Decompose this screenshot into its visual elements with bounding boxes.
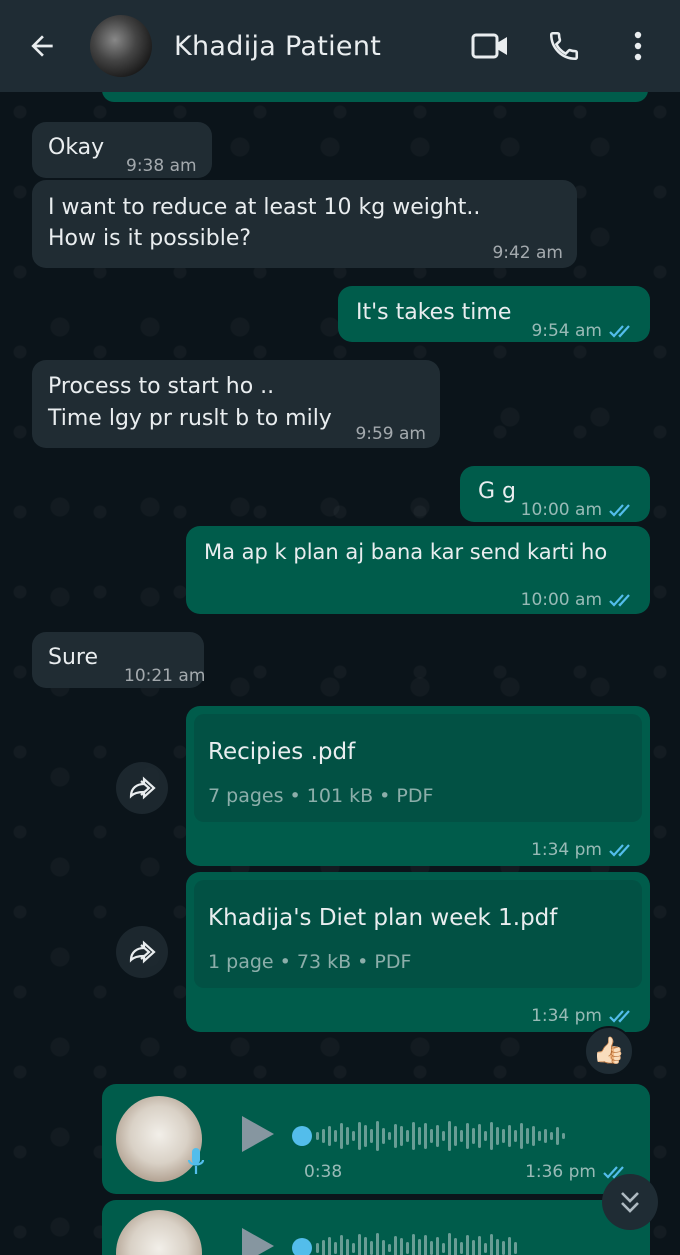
- message-bubble-outgoing[interactable]: G g 10:00 am: [460, 466, 650, 522]
- more-options-icon[interactable]: [616, 24, 660, 68]
- read-ticks-icon: [608, 592, 636, 608]
- message-time: 1:34 pm: [531, 834, 636, 866]
- message-time: 9:59 am: [355, 424, 426, 444]
- message-bubble-incoming[interactable]: Okay 9:38 am: [32, 122, 212, 178]
- chat-area[interactable]: Okay 9:38 am I want to reduce at least 1…: [0, 92, 680, 1255]
- forward-icon[interactable]: [116, 926, 168, 978]
- document-meta: 1 page • 73 kB • PDF: [208, 951, 412, 973]
- microphone-icon: [186, 1146, 206, 1188]
- message-text: Okay: [48, 135, 105, 160]
- message-text: Ma ap k plan aj bana kar send karti ho: [204, 540, 608, 564]
- message-time: 9:38 am: [126, 156, 197, 176]
- document-card[interactable]: Khadija's Diet plan week 1.pdf 1 page • …: [194, 880, 642, 988]
- scroll-to-bottom-button[interactable]: [602, 1174, 658, 1230]
- message-time: 9:42 am: [492, 243, 563, 263]
- back-arrow-icon[interactable]: [20, 24, 64, 68]
- message-bubble-outgoing[interactable]: Ma ap k plan aj bana kar send karti ho 1…: [186, 526, 650, 614]
- message-text-line1: I want to reduce at least 10 kg weight..: [48, 195, 481, 220]
- read-ticks-icon: [608, 323, 636, 339]
- play-icon[interactable]: [238, 1114, 276, 1164]
- audio-waveform[interactable]: [316, 1230, 517, 1255]
- message-bubble-incoming[interactable]: Process to start ho .. Time lgy pr ruslt…: [32, 360, 440, 448]
- message-bubble-incoming[interactable]: I want to reduce at least 10 kg weight..…: [32, 180, 577, 268]
- sender-avatar: [116, 1210, 202, 1255]
- document-meta: 7 pages • 101 kB • PDF: [208, 785, 434, 807]
- audio-waveform[interactable]: [316, 1118, 565, 1154]
- message-bubble-outgoing[interactable]: It's takes time 9:54 am: [338, 286, 650, 342]
- message-text: G g: [478, 479, 517, 504]
- message-text-line1: Process to start ho ..: [48, 374, 275, 399]
- video-call-icon[interactable]: [468, 24, 512, 68]
- thumbs-up-reaction[interactable]: 👍🏻: [584, 1026, 634, 1076]
- message-time: 1:34 pm: [531, 1000, 636, 1032]
- message-text: It's takes time: [356, 300, 512, 325]
- document-name: Recipies .pdf: [208, 739, 356, 765]
- message-time: 10:00 am: [521, 494, 636, 526]
- message-text-line2: How is it possible?: [48, 226, 252, 251]
- voice-note-message[interactable]: 0:38 1:36 pm: [102, 1084, 650, 1194]
- voice-duration: 0:38: [304, 1162, 343, 1182]
- message-text: Sure: [48, 645, 99, 670]
- message-time: 10:00 am: [521, 584, 636, 616]
- document-message[interactable]: Recipies .pdf 7 pages • 101 kB • PDF 1:3…: [186, 706, 650, 866]
- read-ticks-icon: [608, 842, 636, 858]
- message-bubble-partial[interactable]: [102, 92, 648, 102]
- message-time: 9:54 am: [531, 315, 636, 347]
- message-bubble-incoming[interactable]: Sure 10:21 am: [32, 632, 205, 688]
- document-card[interactable]: Recipies .pdf 7 pages • 101 kB • PDF: [194, 714, 642, 822]
- document-name: Khadija's Diet plan week 1.pdf: [208, 905, 558, 931]
- playback-position[interactable]: [292, 1126, 312, 1146]
- read-ticks-icon: [608, 1008, 636, 1024]
- contact-name[interactable]: Khadija Patient: [174, 31, 468, 62]
- document-message[interactable]: Khadija's Diet plan week 1.pdf 1 page • …: [186, 872, 650, 1032]
- phone-call-icon[interactable]: [542, 24, 586, 68]
- voice-note-message-partial[interactable]: [102, 1200, 650, 1255]
- play-icon[interactable]: [238, 1226, 276, 1255]
- message-text-line2: Time lgy pr ruslt b to mily: [48, 406, 332, 431]
- playback-position[interactable]: [292, 1238, 312, 1255]
- read-ticks-icon: [608, 502, 636, 518]
- contact-avatar[interactable]: [90, 15, 152, 77]
- forward-icon[interactable]: [116, 762, 168, 814]
- chat-header: Khadija Patient: [0, 0, 680, 92]
- message-time: 10:21 am: [124, 666, 206, 686]
